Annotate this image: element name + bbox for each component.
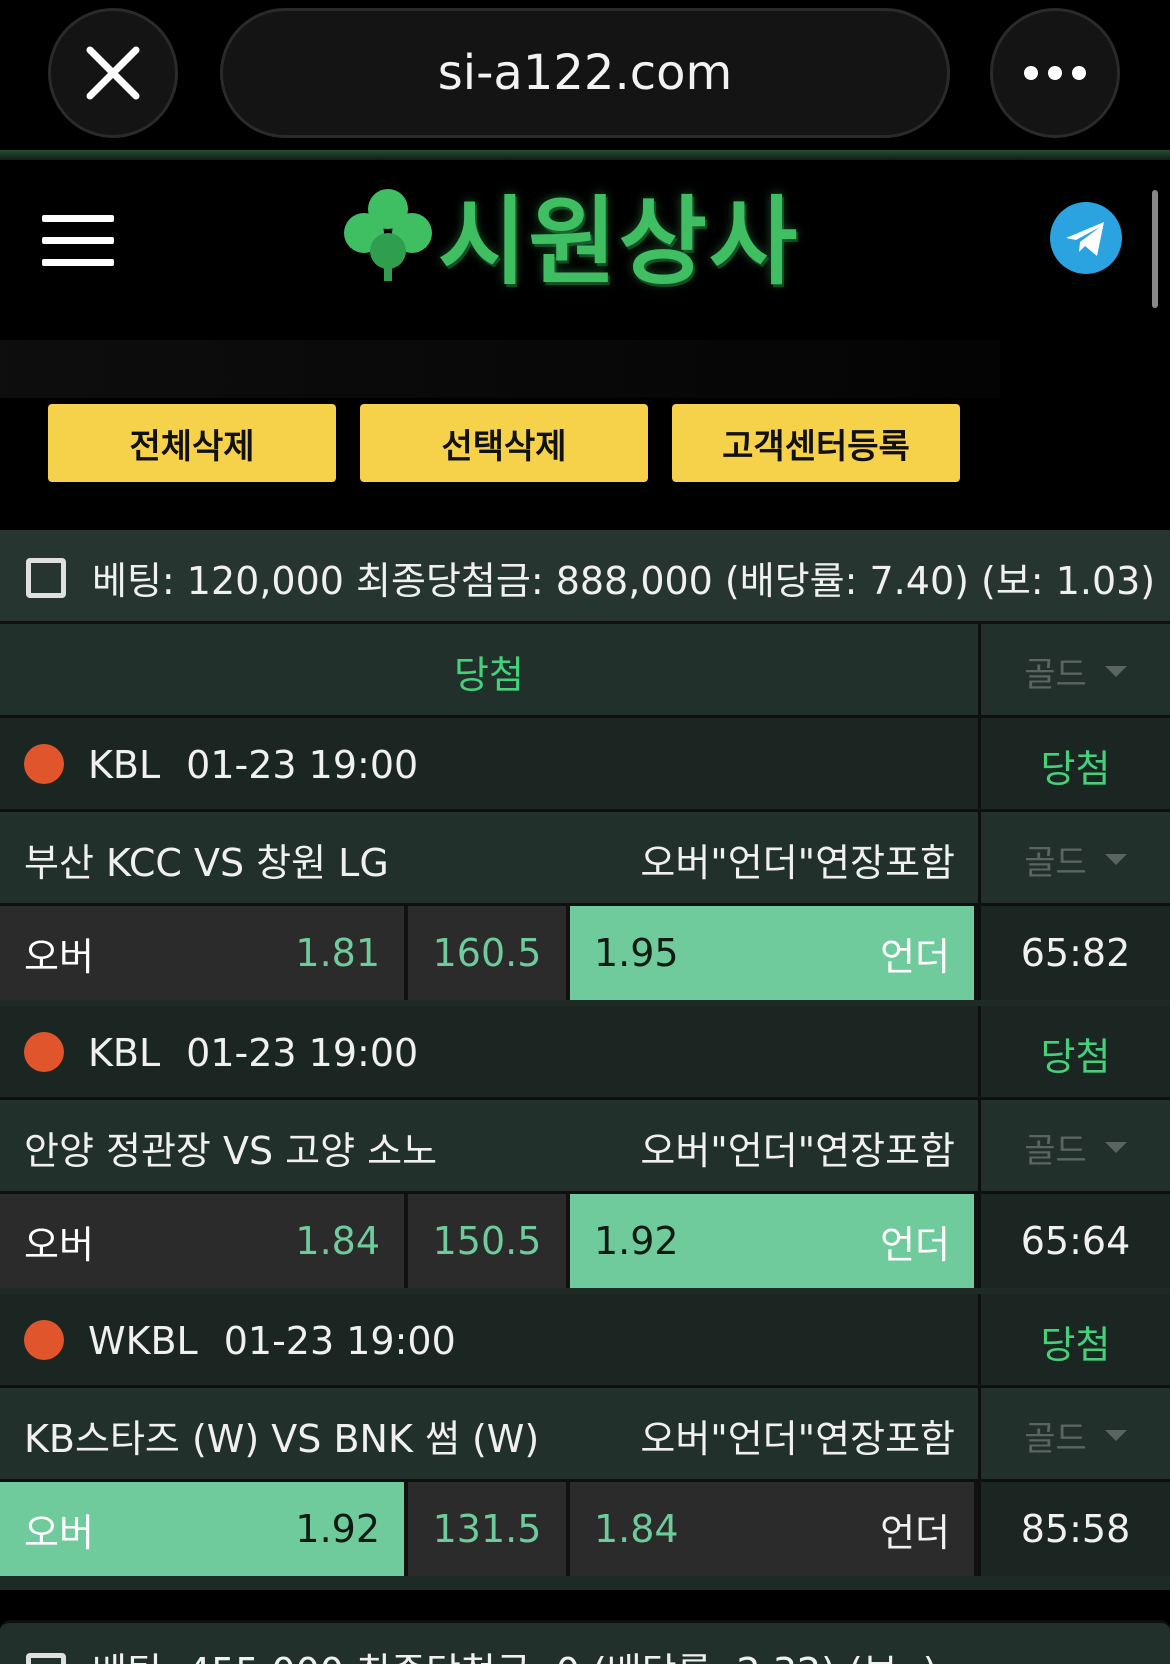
delete-selected-button[interactable]: 선택삭제 bbox=[360, 404, 648, 482]
under-odds: 1.95 bbox=[594, 931, 679, 975]
over-option[interactable]: 오버 1.84 bbox=[0, 1194, 404, 1288]
site-logo[interactable]: 시원상사 bbox=[338, 178, 838, 298]
logo-text: 시원상사 bbox=[438, 185, 800, 298]
game-header-row: WKBL 01-23 19:00 당첨 bbox=[0, 1294, 1170, 1388]
game-header-row: KBL 01-23 19:00 당첨 bbox=[0, 1006, 1170, 1100]
game-match-row: KB스타즈 (W) VS BNK 썸 (W) 오버"언더"연장포함 골드 bbox=[0, 1388, 1170, 1482]
slip-status: 당첨 bbox=[454, 652, 524, 697]
game-result: 당첨 bbox=[978, 1294, 1170, 1388]
grade-dropdown[interactable]: 골드 bbox=[978, 812, 1170, 906]
over-odds: 1.81 bbox=[295, 931, 380, 975]
telegram-button[interactable] bbox=[1050, 202, 1122, 274]
odds-row: 오버 1.84 150.5 1.92 언더 65:64 bbox=[0, 1194, 1170, 1288]
caret-down-icon bbox=[1104, 853, 1127, 865]
game-result: 당첨 bbox=[978, 718, 1170, 812]
teams: 부산 KCC VS 창원 LG bbox=[24, 840, 389, 885]
caret-down-icon bbox=[1104, 1429, 1127, 1441]
line-value: 131.5 bbox=[432, 1507, 542, 1551]
league: KBL bbox=[88, 743, 161, 787]
grade-label: 골드 bbox=[1024, 654, 1087, 695]
datetime: 01-23 19:00 bbox=[186, 743, 419, 787]
close-tab-button[interactable] bbox=[48, 8, 178, 138]
over-label: 오버 bbox=[24, 1510, 94, 1555]
ellipsis-icon bbox=[1024, 66, 1086, 80]
menu-icon[interactable] bbox=[42, 215, 114, 267]
over-option[interactable]: 오버 1.92 bbox=[0, 1482, 404, 1576]
market: 오버"언더"연장포함 bbox=[640, 1416, 955, 1461]
grade-dropdown[interactable]: 골드 bbox=[978, 624, 1170, 718]
bet-summary: 베팅: 455,000 최종당첨금: 0 (배당률: 2.32) (보: ) bbox=[92, 1641, 938, 1664]
teams: KB스타즈 (W) VS BNK 썸 (W) bbox=[24, 1416, 540, 1461]
under-label: 언더 bbox=[880, 1222, 950, 1267]
basketball-icon bbox=[24, 744, 64, 784]
game-league-time: WKBL 01-23 19:00 bbox=[88, 1294, 968, 1388]
bet-slip-card: 베팅: 120,000 최종당첨금: 888,000 (배당률: 7.40) (… bbox=[0, 530, 1170, 1590]
under-label: 언더 bbox=[880, 1510, 950, 1555]
datetime: 01-23 19:00 bbox=[223, 1319, 456, 1363]
game-match-row: 안양 정관장 VS 고양 소노 오버"언더"연장포함 골드 bbox=[0, 1100, 1170, 1194]
game-league-time: KBL 01-23 19:00 bbox=[88, 718, 968, 812]
line-cell: 131.5 bbox=[408, 1482, 566, 1576]
over-option[interactable]: 오버 1.81 bbox=[0, 906, 404, 1000]
league: WKBL bbox=[88, 1319, 198, 1363]
select-checkbox[interactable] bbox=[26, 1653, 66, 1664]
line-cell: 150.5 bbox=[408, 1194, 566, 1288]
line-value: 150.5 bbox=[432, 1219, 542, 1263]
line-cell: 160.5 bbox=[408, 906, 566, 1000]
clover-icon bbox=[344, 189, 432, 281]
basketball-icon bbox=[24, 1320, 64, 1360]
under-option[interactable]: 1.84 언더 bbox=[570, 1482, 974, 1576]
odds-row: 오버 1.92 131.5 1.84 언더 85:58 bbox=[0, 1482, 1170, 1576]
register-customer-center-button[interactable]: 고객센터등록 bbox=[672, 404, 960, 482]
grade-dropdown[interactable]: 골드 bbox=[978, 1388, 1170, 1482]
faded-banner bbox=[0, 340, 1000, 398]
teams: 안양 정관장 VS 고양 소노 bbox=[24, 1128, 438, 1173]
address-bar[interactable]: si-a122.com bbox=[220, 8, 950, 138]
odds-row: 오버 1.81 160.5 1.95 언더 65:82 bbox=[0, 906, 1170, 1000]
grade-label: 골드 bbox=[1024, 1418, 1087, 1459]
telegram-icon bbox=[1066, 222, 1104, 256]
bet-summary-row: 베팅: 120,000 최종당첨금: 888,000 (배당률: 7.40) (… bbox=[0, 530, 1170, 624]
slip-status-row: 당첨 골드 bbox=[0, 624, 1170, 718]
under-option[interactable]: 1.92 언더 bbox=[570, 1194, 974, 1288]
url-text: si-a122.com bbox=[437, 45, 733, 101]
league: KBL bbox=[88, 1031, 161, 1075]
over-label: 오버 bbox=[24, 934, 94, 979]
game-header-row: KBL 01-23 19:00 당첨 bbox=[0, 718, 1170, 812]
under-option[interactable]: 1.95 언더 bbox=[570, 906, 974, 1000]
next-bet-slip-card: 베팅: 455,000 최종당첨금: 0 (배당률: 2.32) (보: ) bbox=[0, 1620, 1170, 1664]
caret-down-icon bbox=[1104, 1141, 1127, 1153]
line-value: 160.5 bbox=[432, 931, 542, 975]
scrollbar[interactable] bbox=[1152, 190, 1158, 308]
market: 오버"언더"연장포함 bbox=[640, 840, 955, 885]
more-options-button[interactable] bbox=[990, 8, 1120, 138]
delete-all-button[interactable]: 전체삭제 bbox=[48, 404, 336, 482]
game-result: 당첨 bbox=[978, 1006, 1170, 1100]
game-league-time: KBL 01-23 19:00 bbox=[88, 1006, 968, 1100]
datetime: 01-23 19:00 bbox=[186, 1031, 419, 1075]
grade-label: 골드 bbox=[1024, 1130, 1087, 1171]
game-match-row: 부산 KCC VS 창원 LG 오버"언더"연장포함 골드 bbox=[0, 812, 1170, 906]
under-odds: 1.84 bbox=[594, 1507, 679, 1551]
browser-bar: si-a122.com bbox=[0, 0, 1170, 166]
under-label: 언더 bbox=[880, 934, 950, 979]
under-odds: 1.92 bbox=[594, 1219, 679, 1263]
over-label: 오버 bbox=[24, 1222, 94, 1267]
basketball-icon bbox=[24, 1032, 64, 1072]
site-header: 시원상사 bbox=[0, 160, 1170, 340]
score: 65:82 bbox=[978, 906, 1170, 1000]
caret-down-icon bbox=[1104, 665, 1127, 677]
grade-label: 골드 bbox=[1024, 842, 1087, 883]
over-odds: 1.92 bbox=[295, 1507, 380, 1551]
select-checkbox[interactable] bbox=[26, 558, 66, 598]
close-icon bbox=[86, 46, 140, 100]
bet-summary: 베팅: 120,000 최종당첨금: 888,000 (배당률: 7.40) (… bbox=[92, 558, 1156, 603]
market: 오버"언더"연장포함 bbox=[640, 1128, 955, 1173]
score: 65:64 bbox=[978, 1194, 1170, 1288]
grade-dropdown[interactable]: 골드 bbox=[978, 1100, 1170, 1194]
over-odds: 1.84 bbox=[295, 1219, 380, 1263]
score: 85:58 bbox=[978, 1482, 1170, 1576]
